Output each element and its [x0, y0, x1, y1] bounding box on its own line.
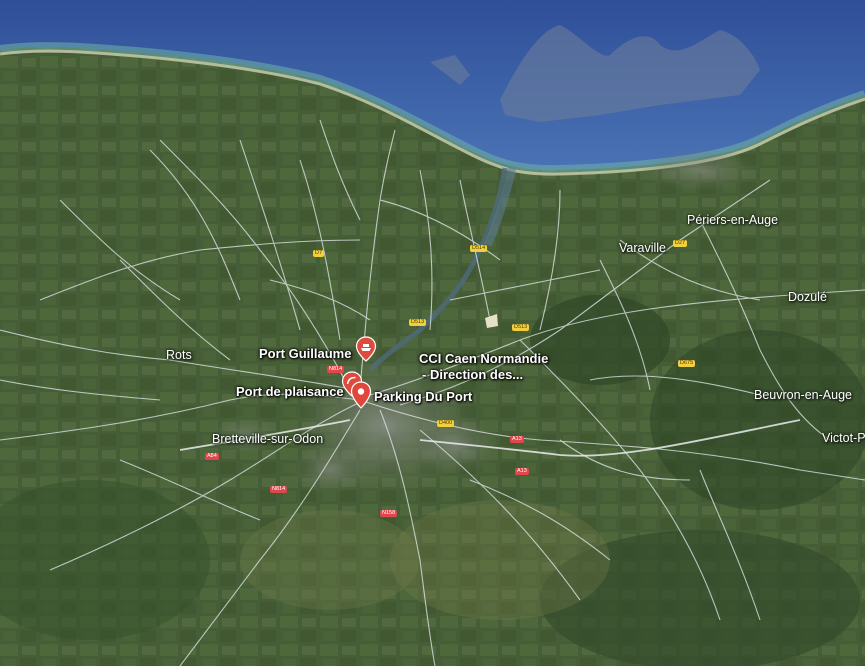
ferry-marker-icon: [355, 336, 377, 362]
road-badge: D27: [673, 240, 688, 247]
place-label-varaville: Varaville: [619, 241, 667, 255]
place-label-bretteville: Bretteville-sur-Odon: [212, 432, 324, 446]
map-imagery: [0, 0, 865, 666]
place-label-beuvron: Beuvron-en-Auge: [754, 388, 852, 402]
parking-marker[interactable]: [350, 381, 372, 409]
port-guillaume-marker[interactable]: [355, 336, 377, 362]
road-badge: D675: [678, 360, 696, 367]
road-badge: D513: [512, 324, 530, 331]
place-label-rots: Rots: [166, 348, 192, 362]
road-badge: N814: [270, 486, 288, 493]
poi-label-port-plaisance[interactable]: Port de plaisance: [236, 384, 344, 399]
poi-label-port-guillaume[interactable]: Port Guillaume: [259, 346, 351, 361]
road-badge: A13: [515, 468, 529, 475]
road-badge: D400: [437, 420, 455, 427]
place-label-dozule: Dozulé: [788, 290, 827, 304]
road-badge: A13: [510, 436, 524, 443]
satellite-map[interactable]: Rots Bretteville-sur-Odon Varaville Péri…: [0, 0, 865, 666]
road-badge: N158: [380, 510, 398, 517]
road-badge: D514: [470, 245, 488, 252]
location-pin-icon: [350, 381, 372, 409]
road-badge: A84: [205, 453, 219, 460]
poi-label-parking[interactable]: Parking Du Port: [374, 389, 472, 404]
place-label-victot: Victot-P: [822, 431, 865, 445]
road-badge: D7: [313, 250, 325, 257]
road-badge: D513: [409, 319, 427, 326]
poi-label-cci-line1[interactable]: CCI Caen Normandie: [419, 351, 548, 366]
poi-label-cci-line2[interactable]: - Direction des...: [422, 367, 523, 382]
place-label-periers: Périers-en-Auge: [687, 213, 779, 227]
